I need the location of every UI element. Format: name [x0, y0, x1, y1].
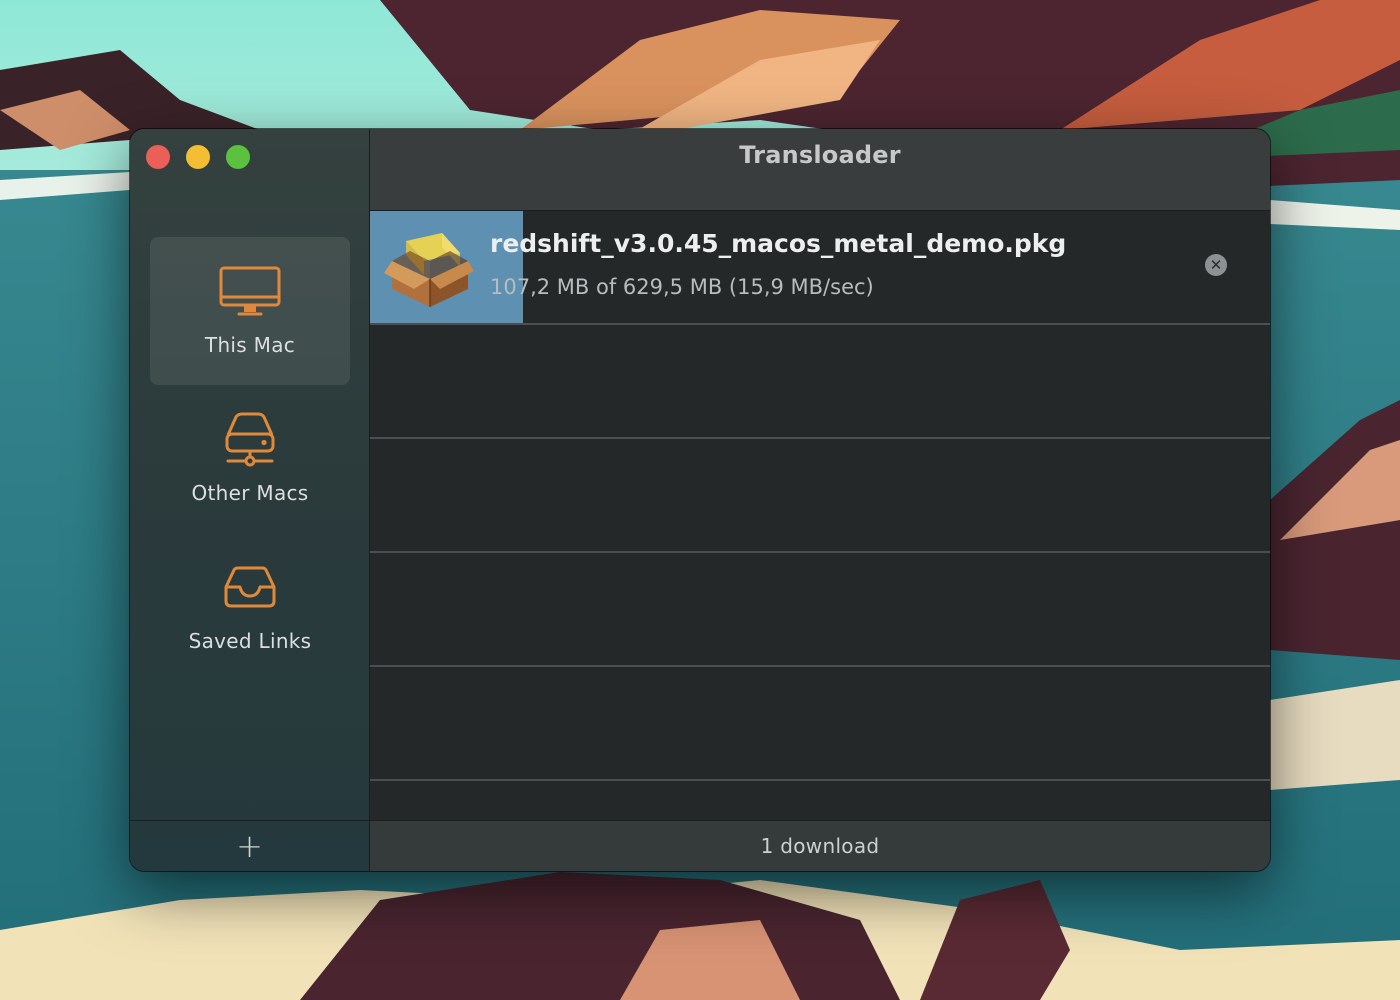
add-button[interactable]: +	[236, 830, 263, 862]
sidebar-footer: +	[130, 820, 369, 871]
desktop-computer-icon	[218, 263, 282, 319]
download-filename: redshift_v3.0.45_macos_metal_demo.pkg	[490, 229, 1067, 258]
downloads-list: redshift_v3.0.45_macos_metal_demo.pkg 10…	[370, 211, 1270, 819]
main-content: Transloader redshift_v3.0.45_macos_metal…	[370, 129, 1270, 871]
download-row[interactable]: redshift_v3.0.45_macos_metal_demo.pkg 10…	[370, 211, 1270, 325]
empty-row	[370, 667, 1270, 781]
window-title: Transloader	[739, 141, 901, 169]
download-status: 107,2 MB of 629,5 MB (15,9 MB/sec)	[490, 275, 874, 299]
status-bar: 1 download	[370, 820, 1270, 871]
sidebar-item-label: Saved Links	[188, 629, 312, 653]
download-count: 1 download	[760, 834, 880, 858]
sidebar-item-label: This Mac	[204, 333, 296, 357]
empty-row	[370, 325, 1270, 439]
zoom-window-button[interactable]	[226, 145, 250, 169]
window-controls	[146, 145, 250, 169]
transloader-window: This Mac Other Macs Saved Links + Transl…	[130, 129, 1270, 871]
package-box-icon	[384, 233, 474, 307]
sidebar: This Mac Other Macs Saved Links +	[130, 129, 370, 871]
close-window-button[interactable]	[146, 145, 170, 169]
sidebar-item-label: Other Macs	[191, 481, 309, 505]
network-drive-icon	[218, 411, 282, 467]
sidebar-item-other-macs[interactable]: Other Macs	[150, 385, 350, 533]
sidebar-item-this-mac[interactable]: This Mac	[150, 237, 350, 385]
titlebar: Transloader	[370, 129, 1270, 211]
close-icon: ✕	[1209, 255, 1223, 274]
inbox-tray-icon	[218, 559, 282, 615]
minimize-window-button[interactable]	[186, 145, 210, 169]
cancel-download-button[interactable]: ✕	[1205, 254, 1227, 276]
empty-row	[370, 439, 1270, 553]
empty-row	[370, 553, 1270, 667]
sidebar-item-saved-links[interactable]: Saved Links	[150, 533, 350, 681]
